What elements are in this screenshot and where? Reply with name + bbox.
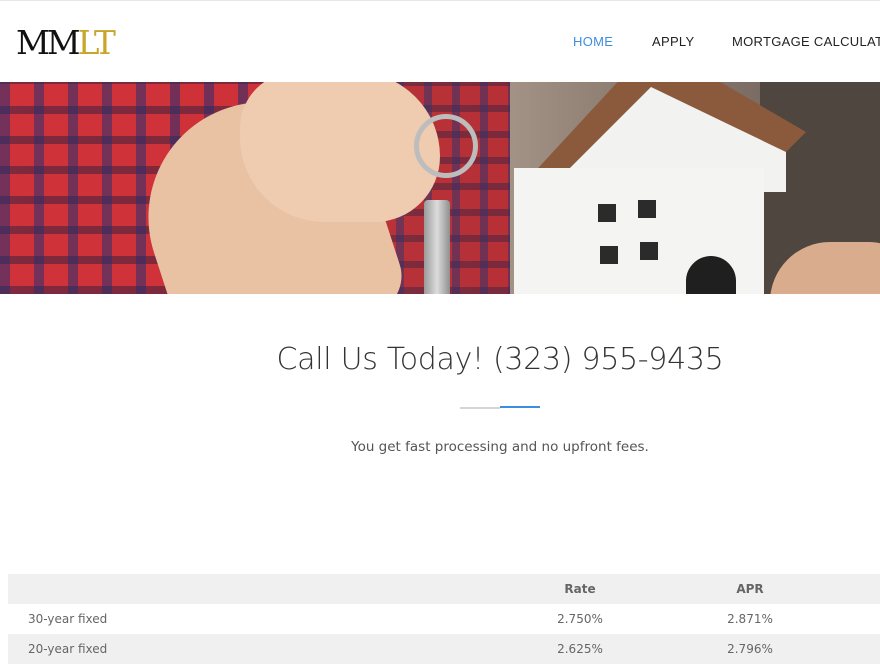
call-us-heading: Call Us Today! (323) 955-9435 (276, 342, 724, 377)
row-rate: 2.750% (557, 612, 603, 626)
column-header-apr: APR (736, 582, 764, 596)
row-term: 20-year fixed (28, 642, 108, 656)
logo-mark-gold: LT (77, 23, 116, 62)
logo[interactable]: MMLT (16, 26, 116, 59)
nav-home[interactable]: HOME (573, 34, 613, 49)
hero-hand (240, 82, 440, 222)
key-ring-icon (414, 114, 478, 178)
call-tagline: You get fast processing and no upfront f… (351, 439, 649, 455)
divider-accent (500, 406, 540, 408)
rates-table: Rate APR 30-year fixed 2.750% 2.871% 20-… (8, 574, 880, 664)
table-header-row: Rate APR (8, 574, 880, 604)
house-window-icon (598, 204, 616, 222)
divider (460, 407, 500, 409)
house-window-icon (600, 246, 618, 264)
house-window-icon (638, 200, 656, 218)
row-term: 30-year fixed (28, 612, 108, 626)
key-icon (424, 200, 450, 294)
house-window-icon (640, 242, 658, 260)
row-rate: 2.625% (557, 642, 603, 656)
nav-mortgage-calculator[interactable]: MORTGAGE CALCULATOR (732, 34, 880, 49)
logo-mark: MM (16, 23, 81, 62)
row-apr: 2.871% (727, 612, 773, 626)
column-header-rate: Rate (564, 582, 596, 596)
site-header: MMLT HOME APPLY MORTGAGE CALCULATOR (0, 0, 880, 83)
row-apr: 2.796% (727, 642, 773, 656)
table-row: 30-year fixed 2.750% 2.871% (8, 604, 880, 634)
nav-apply[interactable]: APPLY (652, 34, 694, 49)
hero-image (0, 82, 880, 294)
